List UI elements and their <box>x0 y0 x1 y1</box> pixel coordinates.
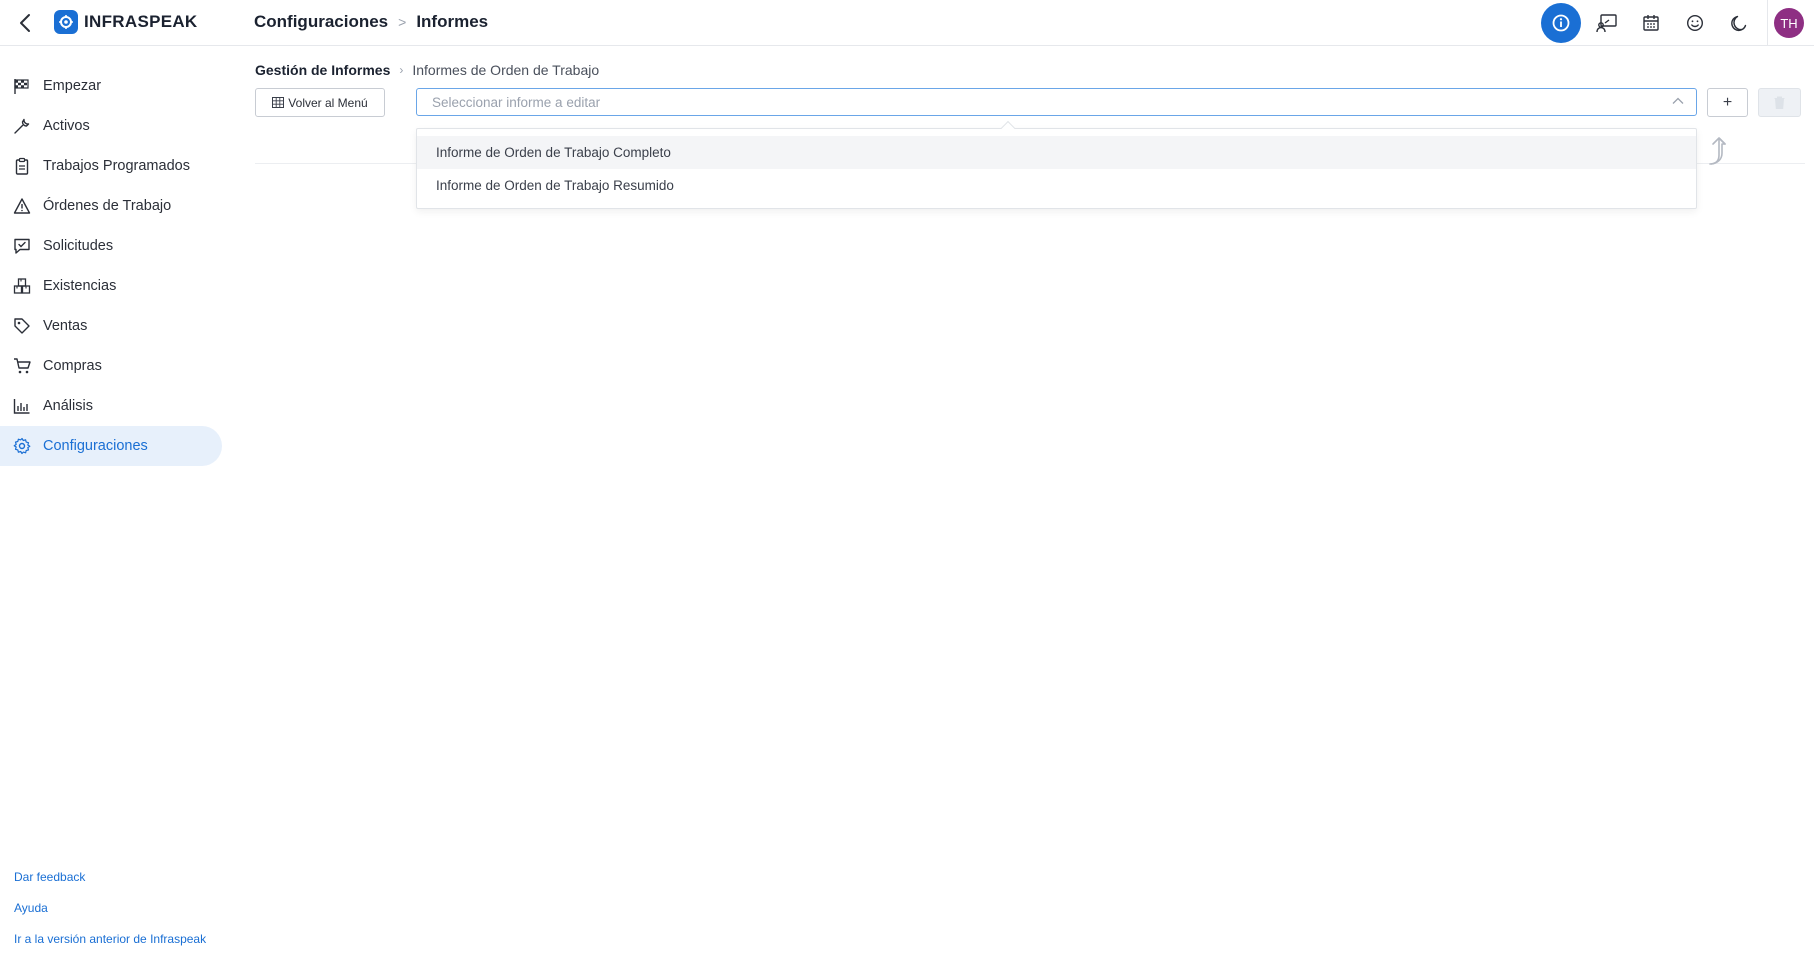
report-select-placeholder: Seleccionar informe a editar <box>432 94 601 110</box>
top-bar: INFRASPEAK Configuraciones > Informes TH <box>0 0 1814 46</box>
breadcrumb: Gestión de Informes › Informes de Orden … <box>255 62 599 78</box>
help-link[interactable]: Ayuda <box>14 901 206 915</box>
trash-icon <box>1774 96 1785 109</box>
feedback-link[interactable]: Dar feedback <box>14 870 206 884</box>
sidebar-item-analisis[interactable]: Análisis <box>0 386 222 426</box>
info-icon[interactable] <box>1541 3 1581 43</box>
sidebar: Empezar Activos Trabajos Programados Órd… <box>0 46 226 973</box>
sidebar-item-activos[interactable]: Activos <box>0 106 222 146</box>
sidebar-item-empezar[interactable]: Empezar <box>0 66 222 106</box>
cart-icon <box>14 358 31 374</box>
app-name: INFRASPEAK <box>84 12 198 31</box>
sidebar-item-existencias[interactable]: Existencias <box>0 266 222 306</box>
curved-arrow-up-icon <box>1709 137 1726 165</box>
smiley-icon[interactable] <box>1673 1 1717 45</box>
boxes-icon <box>13 278 31 294</box>
breadcrumb-current: Informes de Orden de Trabajo <box>412 62 600 78</box>
sidebar-item-label: Existencias <box>43 278 117 294</box>
sidebar-footer: Dar feedback Ayuda Ir a la versión anter… <box>14 870 206 946</box>
page-title-current: Informes <box>416 12 489 31</box>
back-arrow-icon[interactable] <box>12 10 38 36</box>
infraspeak-logo-icon <box>54 10 78 34</box>
sidebar-nav: Empezar Activos Trabajos Programados Órd… <box>0 66 226 466</box>
clipboard-icon <box>15 157 29 175</box>
user-avatar[interactable]: TH <box>1774 8 1804 38</box>
sidebar-item-configuraciones[interactable]: Configuraciones <box>0 426 222 466</box>
tag-icon <box>14 318 30 334</box>
wrench-icon <box>14 118 30 134</box>
chevron-up-icon <box>1672 97 1684 104</box>
sidebar-item-ventas[interactable]: Ventas <box>0 306 222 346</box>
app-logo[interactable]: INFRASPEAK <box>54 10 198 34</box>
breadcrumb-parent[interactable]: Gestión de Informes <box>255 62 390 78</box>
sidebar-item-solicitudes[interactable]: Solicitudes <box>0 226 222 266</box>
sidebar-item-label: Compras <box>43 358 102 374</box>
sidebar-item-compras[interactable]: Compras <box>0 346 222 386</box>
whiteboard-icon[interactable] <box>1585 1 1629 45</box>
page-title: Configuraciones > Informes <box>254 12 488 32</box>
sidebar-item-label: Solicitudes <box>43 238 114 254</box>
old-version-link[interactable]: Ir a la versión anterior de Infraspeak <box>14 932 206 946</box>
dropdown-option-summary[interactable]: Informe de Orden de Trabajo Resumido <box>417 169 1696 202</box>
sidebar-item-label: Configuraciones <box>43 438 148 454</box>
sidebar-item-label: Ventas <box>43 318 88 334</box>
sidebar-item-label: Trabajos Programados <box>43 158 190 174</box>
section-title[interactable]: Configuraciones <box>254 12 388 32</box>
chat-check-icon <box>14 238 30 254</box>
back-to-menu-button[interactable]: Volver al Menú <box>255 88 385 117</box>
chevron-right-icon: › <box>399 63 404 77</box>
sidebar-item-label: Órdenes de Trabajo <box>43 198 172 214</box>
dropdown-option-complete[interactable]: Informe de Orden de Trabajo Completo <box>417 136 1696 169</box>
sidebar-item-trabajos-programados[interactable]: Trabajos Programados <box>0 146 222 186</box>
sidebar-item-label: Análisis <box>43 398 93 414</box>
table-icon <box>272 97 285 108</box>
gear-icon <box>13 437 31 455</box>
report-dropdown: Informe de Orden de Trabajo Completo Inf… <box>416 120 1697 209</box>
bar-chart-icon <box>13 399 30 414</box>
warning-icon <box>13 198 31 214</box>
back-to-menu-label: Volver al Menú <box>288 95 368 110</box>
moon-icon[interactable] <box>1717 1 1761 45</box>
top-actions: TH <box>1541 0 1814 46</box>
sidebar-item-ordenes-de-trabajo[interactable]: Órdenes de Trabajo <box>0 186 222 226</box>
flag-icon <box>14 79 29 94</box>
report-select[interactable]: Seleccionar informe a editar <box>416 88 1697 116</box>
sidebar-item-label: Activos <box>43 118 90 134</box>
calendar-icon[interactable] <box>1629 1 1673 45</box>
delete-report-button[interactable] <box>1758 88 1801 117</box>
add-report-button[interactable]: + <box>1707 88 1748 117</box>
dropdown-caret <box>1000 120 1016 136</box>
topbar-divider <box>1767 0 1768 46</box>
title-separator: > <box>398 14 407 30</box>
sidebar-item-label: Empezar <box>43 78 102 94</box>
